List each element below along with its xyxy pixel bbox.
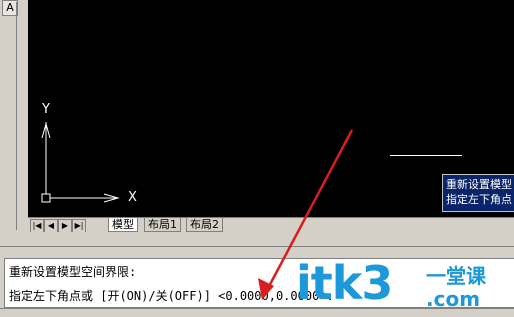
ucs-x-label: X: [128, 190, 137, 205]
tab-layout2[interactable]: 布局2: [186, 218, 223, 232]
first-tab-button[interactable]: |◀: [30, 219, 44, 233]
layout-tabs-bar: |◀ ◀ ▶ ▶| 模型 布局1 布局2: [28, 217, 514, 233]
toolbar-divider: [16, 2, 17, 230]
command-prompt-line[interactable]: 指定左下角点或 [开(ON)/关(OFF)] <0.0000,0.0000>:: [9, 287, 334, 304]
splitter-area: [0, 232, 514, 258]
command-window[interactable]: 重新设置模型空间界限: 指定左下角点或 [开(ON)/关(OFF)] <0.00…: [4, 258, 514, 308]
command-tooltip: 重新设置模型 指定左下角点: [442, 174, 514, 212]
left-toolbar: A: [0, 0, 29, 232]
next-tab-button[interactable]: ▶: [58, 219, 72, 233]
drawing-canvas[interactable]: Y X 重新设置模型 指定左下角点: [28, 0, 514, 217]
tooltip-line-1: 重新设置模型: [446, 178, 512, 191]
last-tab-button[interactable]: ▶|: [72, 219, 86, 233]
ucs-y-label: Y: [42, 102, 50, 117]
tab-layout1[interactable]: 布局1: [144, 218, 181, 232]
tab-model[interactable]: 模型: [108, 218, 138, 232]
drawn-line[interactable]: [390, 155, 462, 156]
splitter-line[interactable]: [0, 246, 514, 247]
command-history-line: 重新设置模型空间界限:: [9, 265, 137, 279]
prev-tab-button[interactable]: ◀: [44, 219, 58, 233]
tooltip-line-2: 指定左下角点: [446, 193, 512, 206]
